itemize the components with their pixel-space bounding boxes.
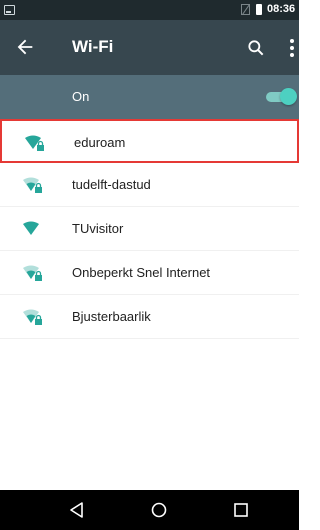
screenshot-icon — [4, 5, 15, 15]
network-row-tudelft-dastud[interactable]: tudelft-dastud — [0, 163, 299, 207]
lock-icon — [35, 187, 42, 193]
app-toolbar: Wi-Fi — [0, 20, 299, 75]
lock-icon — [35, 319, 42, 325]
network-ssid: Bjusterbaarlik — [72, 309, 151, 324]
wifi-network-list: eduroam tudelft-dastud TUvisitor Onbeper… — [0, 119, 299, 339]
network-ssid: eduroam — [74, 135, 126, 150]
network-ssid: Onbeperkt Snel Internet — [72, 265, 211, 280]
wifi-signal-icon — [25, 135, 44, 151]
lock-icon — [35, 275, 42, 281]
switch-thumb — [280, 88, 297, 105]
network-row-bjusterbaarlik[interactable]: Bjusterbaarlik — [0, 295, 299, 339]
more-vertical-icon[interactable] — [283, 37, 297, 59]
wifi-signal-icon — [23, 221, 39, 235]
wifi-toggle-bar[interactable]: On — [0, 75, 299, 119]
no-sim-icon — [241, 4, 250, 15]
network-row-onbeperkt-snel-internet[interactable]: Onbeperkt Snel Internet — [0, 251, 299, 295]
home-circle-icon[interactable] — [149, 500, 169, 520]
wifi-toggle-switch[interactable] — [266, 88, 297, 105]
wifi-signal-icon — [23, 265, 42, 281]
status-time: 08:36 — [267, 3, 296, 15]
battery-icon — [256, 4, 262, 15]
status-bar: 08:36 — [0, 0, 299, 20]
wifi-signal-icon — [23, 177, 42, 193]
wifi-signal-icon — [23, 309, 42, 325]
recents-square-icon[interactable] — [231, 500, 251, 520]
page-title: Wi-Fi — [72, 37, 114, 56]
network-row-tuvisitor[interactable]: TUvisitor — [0, 207, 299, 251]
lock-icon — [37, 145, 44, 151]
search-icon[interactable] — [246, 38, 266, 58]
network-row-eduroam[interactable]: eduroam — [0, 119, 299, 163]
arrow-left-icon[interactable] — [14, 36, 36, 58]
network-ssid: TUvisitor — [72, 221, 124, 236]
system-navigation-bar — [0, 490, 299, 530]
network-ssid: tudelft-dastud — [72, 177, 151, 192]
wifi-toggle-label: On — [72, 89, 90, 104]
back-triangle-icon[interactable] — [67, 500, 87, 520]
